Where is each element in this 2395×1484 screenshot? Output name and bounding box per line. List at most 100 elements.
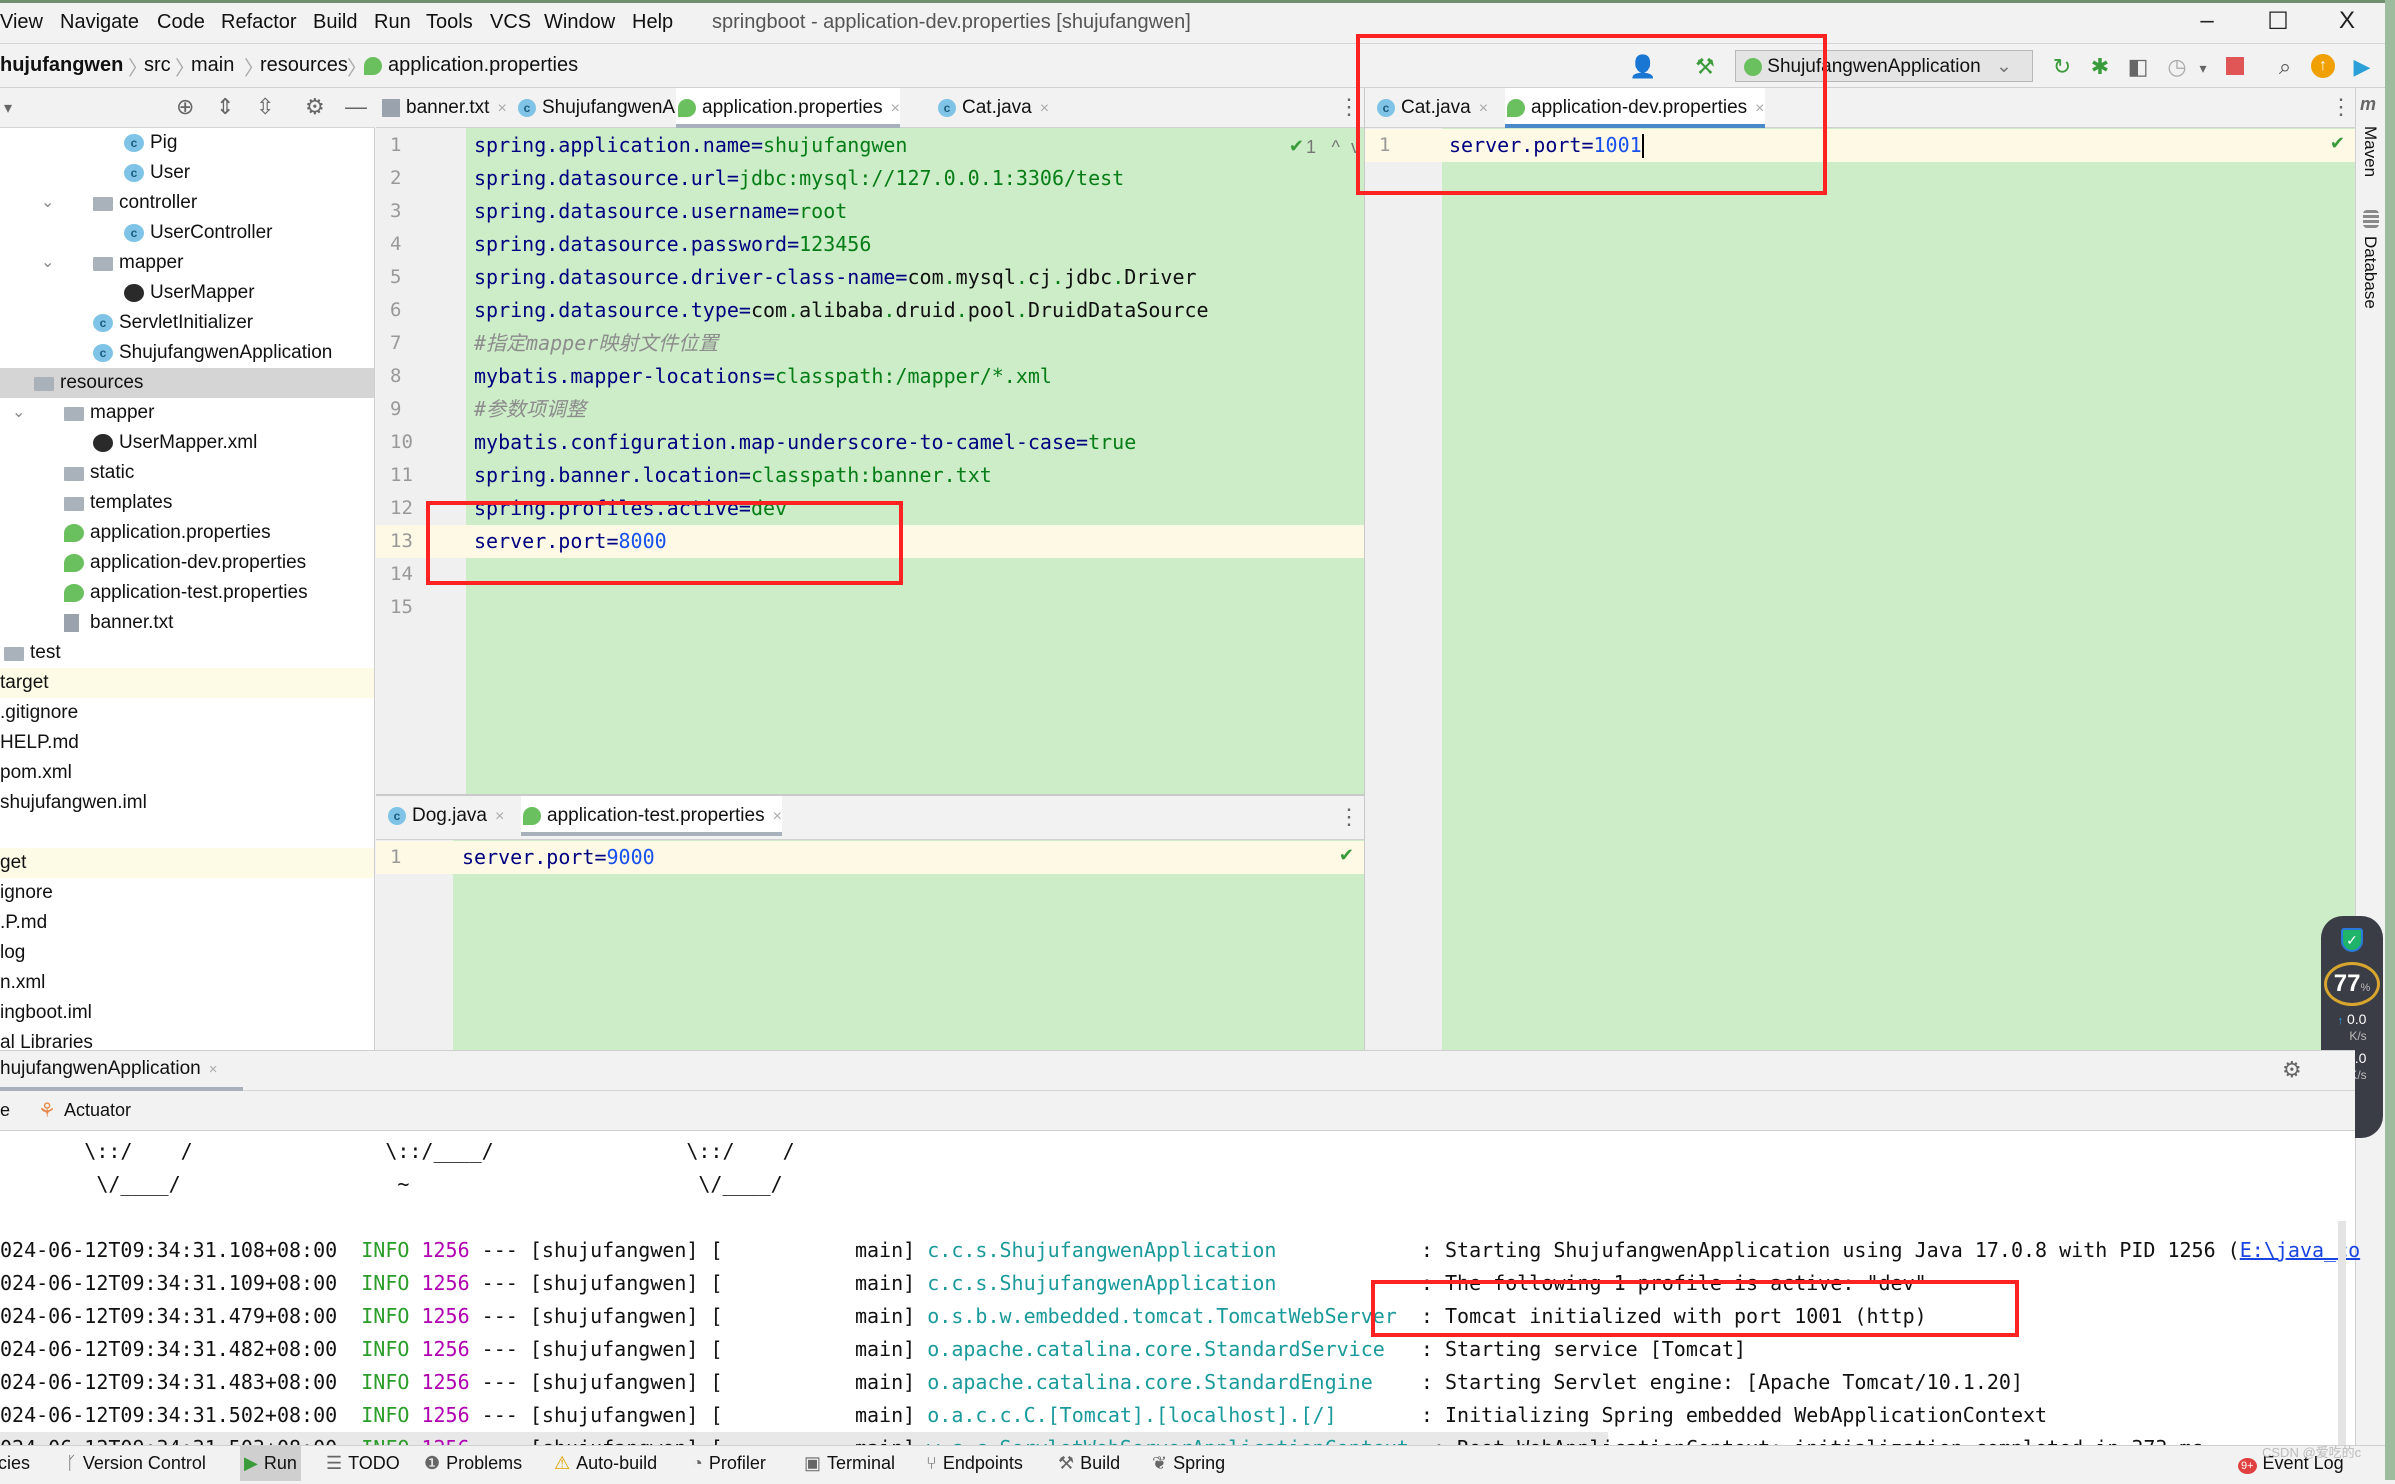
status-tool-spring[interactable]: ❦ Spring: [1148, 1446, 1229, 1481]
log-logger[interactable]: c.c.s.ShujufangwenApplication: [927, 1238, 1276, 1262]
menu-code[interactable]: Code: [157, 11, 205, 34]
menu-refactor[interactable]: Refactor: [221, 11, 297, 34]
debug-icon[interactable]: ✱: [2085, 54, 2115, 80]
tree-item[interactable]: application.properties: [0, 518, 374, 548]
coverage-icon[interactable]: ◧: [2123, 54, 2153, 80]
menu-help[interactable]: Help: [632, 11, 673, 34]
update-icon[interactable]: ↑: [2311, 54, 2335, 78]
status-tool-auto-build[interactable]: ⚠ Auto-build: [550, 1446, 661, 1481]
tree-item[interactable]: target: [0, 668, 374, 698]
log-logger[interactable]: o.a.c.c.C.[Tomcat].[localhost].[/]: [927, 1403, 1336, 1427]
editor-application-test-properties[interactable]: ✔ 1 server.port=9000: [376, 840, 1364, 1050]
rerun-icon[interactable]: ↻: [2047, 54, 2077, 80]
tree-item[interactable]: ⌄ mapper: [0, 248, 374, 278]
menu-view[interactable]: View: [0, 11, 43, 34]
editor-tab[interactable]: application-test.properties ×: [521, 796, 782, 836]
tree-item[interactable]: application-dev.properties: [0, 548, 374, 578]
status-tool-profiler[interactable]: ◔ Profiler: [688, 1446, 770, 1481]
hide-icon[interactable]: —: [345, 94, 367, 120]
tree-item[interactable]: c UserController: [0, 218, 374, 248]
log-logger[interactable]: c.c.s.ShujufangwenApplication: [927, 1271, 1276, 1295]
tree-item[interactable]: ingboot.iml: [0, 998, 374, 1028]
chevron-down-icon[interactable]: ⌄: [41, 188, 54, 218]
editor-application-dev-properties[interactable]: ✔ 1 server.port=1001: [1365, 128, 2355, 1050]
status-tool-terminal[interactable]: ▣ Terminal: [800, 1446, 899, 1481]
status-tool-run[interactable]: ▶ Run: [240, 1446, 301, 1481]
tree-item[interactable]: .gitignore: [0, 698, 374, 728]
status-tool-endpoints[interactable]: ⑂ Endpoints: [922, 1446, 1027, 1481]
chevron-down-icon[interactable]: ⌄: [12, 398, 25, 428]
breadcrumb-file[interactable]: application.properties: [388, 54, 578, 77]
toolbox-icon[interactable]: ▶: [2347, 54, 2377, 80]
close-tab-icon[interactable]: ×: [495, 808, 504, 825]
close-tab-icon[interactable]: ×: [891, 100, 900, 117]
breadcrumb-project[interactable]: hujufangwen: [0, 54, 123, 77]
search-icon[interactable]: ⌕: [2270, 54, 2300, 80]
collapse-all-icon[interactable]: ⇳: [256, 94, 274, 120]
menu-build[interactable]: Build: [313, 11, 357, 34]
breadcrumb-resources[interactable]: resources: [260, 54, 348, 77]
dropdown-icon[interactable]: ▾: [4, 98, 12, 118]
console-scrollbar[interactable]: [2338, 1221, 2346, 1451]
minimize-button[interactable]: –: [2187, 7, 2227, 35]
close-tab-icon[interactable]: ×: [773, 808, 782, 825]
tree-item[interactable]: HELP.md: [0, 728, 374, 758]
log-logger[interactable]: o.apache.catalina.core.StandardEngine: [927, 1370, 1373, 1394]
tree-item[interactable]: test: [0, 638, 374, 668]
log-logger[interactable]: o.s.b.w.embedded.tomcat.TomcatWebServer: [927, 1304, 1397, 1328]
tree-item[interactable]: ⌄ controller: [0, 188, 374, 218]
expand-all-icon[interactable]: ⇕: [216, 94, 234, 120]
menu-run[interactable]: Run: [374, 11, 411, 34]
tree-item[interactable]: ⌄ mapper: [0, 398, 374, 428]
status-tool-problems[interactable]: ❶ Problems: [420, 1446, 526, 1481]
menu-navigate[interactable]: Navigate: [60, 11, 139, 34]
tree-item[interactable]: c User: [0, 158, 374, 188]
more-icon[interactable]: ⋮: [2330, 94, 2352, 120]
editor-tab[interactable]: application-dev.properties ×: [1505, 88, 1765, 128]
close-button[interactable]: X: [2327, 7, 2367, 35]
dropdown-icon[interactable]: ▾: [2188, 60, 2218, 77]
maven-tool-button[interactable]: Maven: [2360, 126, 2380, 177]
editor-tab[interactable]: c Cat.java ×: [1375, 88, 1488, 128]
user-icon[interactable]: 👤: [1628, 54, 1658, 80]
tree-item[interactable]: application-test.properties: [0, 578, 374, 608]
tree-item[interactable]: [0, 818, 374, 848]
maximize-button[interactable]: ☐: [2258, 7, 2298, 36]
status-tool-build[interactable]: ⚒ Build: [1054, 1446, 1124, 1481]
tree-item[interactable]: c Pig: [0, 128, 374, 158]
tree-item[interactable]: pom.xml: [0, 758, 374, 788]
database-tool-button[interactable]: Database: [2360, 236, 2380, 309]
close-tab-icon[interactable]: ×: [497, 100, 506, 117]
tree-item[interactable]: UserMapper.xml: [0, 428, 374, 458]
tree-item[interactable]: c ServletInitializer: [0, 308, 374, 338]
tree-item[interactable]: ignore: [0, 878, 374, 908]
breadcrumb-src[interactable]: src: [144, 54, 171, 77]
gear-icon[interactable]: ⚙: [305, 94, 325, 120]
editor-application-properties[interactable]: ✔ 1 ^ v 1 spring.application.name=shujufa…: [376, 128, 1364, 795]
tree-item[interactable]: static: [0, 458, 374, 488]
status-tool-todo[interactable]: ☰ TODO: [322, 1446, 404, 1481]
menu-vcs[interactable]: VCS: [490, 11, 531, 34]
menu-tools[interactable]: Tools: [426, 11, 473, 34]
more-icon[interactable]: ⋮: [1338, 94, 1360, 120]
editor-tab[interactable]: c Cat.java ×: [936, 88, 1049, 128]
console-tab[interactable]: e: [0, 1100, 10, 1121]
status-tool-version-control[interactable]: ᚴ Version Control: [62, 1446, 210, 1481]
gear-icon[interactable]: ⚙: [2282, 1057, 2302, 1083]
tree-item[interactable]: UserMapper: [0, 278, 374, 308]
build-hammer-icon[interactable]: ⚒: [1690, 54, 1720, 80]
tree-item[interactable]: banner.txt: [0, 608, 374, 638]
close-tab-icon[interactable]: ×: [1755, 100, 1764, 117]
run-configuration-select[interactable]: ShujufangwenApplication ⌄: [1735, 50, 2033, 82]
stop-icon[interactable]: [2226, 57, 2244, 75]
chevron-down-icon[interactable]: ⌄: [41, 248, 54, 278]
tree-item[interactable]: c ShujufangwenApplication: [0, 338, 374, 368]
tree-item[interactable]: templates: [0, 488, 374, 518]
close-tab-icon[interactable]: ×: [209, 1061, 218, 1078]
tree-item[interactable]: ⌄resources: [0, 368, 374, 398]
log-logger[interactable]: o.apache.catalina.core.StandardService: [927, 1337, 1385, 1361]
close-tab-icon[interactable]: ×: [1040, 100, 1049, 117]
locate-icon[interactable]: ⊕: [176, 94, 194, 120]
editor-tab[interactable]: c Dog.java ×: [386, 796, 504, 836]
editor-tab[interactable]: banner.txt ×: [380, 88, 507, 128]
